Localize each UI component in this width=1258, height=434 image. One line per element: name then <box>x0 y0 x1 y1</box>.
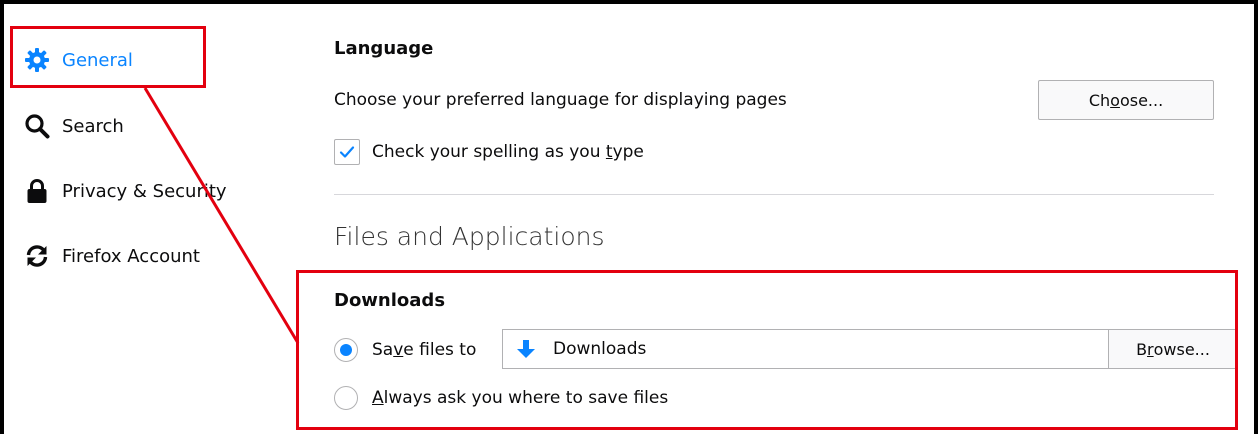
sidebar-item-label: Search <box>62 115 124 137</box>
browse-button[interactable]: Br owse... <box>1108 329 1238 369</box>
gear-icon <box>24 47 50 73</box>
lock-icon <box>24 178 50 204</box>
button-label-part: B <box>1136 339 1148 359</box>
save-files-radio[interactable] <box>334 338 358 362</box>
choose-language-button[interactable]: Ch o ose... <box>1038 80 1214 120</box>
button-label-part: owse... <box>1153 339 1210 359</box>
save-files-label: Save files to <box>372 340 476 360</box>
checkmark-icon <box>339 146 355 158</box>
accesskey-letter: A <box>372 388 384 408</box>
download-folder-path: Downloads <box>553 339 647 359</box>
search-icon <box>24 113 50 139</box>
accesskey-letter: t <box>605 142 613 162</box>
sidebar-item-search[interactable]: Search <box>24 106 124 146</box>
download-arrow-icon <box>515 338 537 360</box>
label-part: e files to <box>403 340 477 360</box>
always-ask-radio[interactable] <box>334 386 358 410</box>
sidebar-item-general[interactable]: General <box>24 40 133 80</box>
sidebar: General Search Privacy & Security Firefo… <box>4 4 300 434</box>
button-label-part: ose... <box>1119 90 1164 110</box>
sync-icon <box>24 243 50 269</box>
label-part: Sa <box>372 340 394 360</box>
accesskey-letter: v <box>393 340 404 360</box>
spellcheck-checkbox[interactable] <box>334 139 360 165</box>
label-part: ype <box>612 142 644 162</box>
sidebar-item-label: General <box>62 49 133 71</box>
spellcheck-label: Check your spelling as you type <box>372 142 644 162</box>
download-folder-field[interactable]: Downloads <box>502 329 1108 369</box>
button-label-part: Ch <box>1088 90 1111 110</box>
section-divider <box>334 194 1214 195</box>
language-heading: Language <box>334 38 434 59</box>
sidebar-item-privacy-security[interactable]: Privacy & Security <box>24 171 227 211</box>
spellcheck-option[interactable]: Check your spelling as you type <box>334 138 644 166</box>
radio-selected-dot <box>340 344 352 356</box>
sidebar-item-firefox-account[interactable]: Firefox Account <box>24 236 200 276</box>
always-ask-option[interactable]: Always ask you where to save files <box>334 383 668 413</box>
save-files-option[interactable]: Save files to <box>334 335 476 365</box>
downloads-heading: Downloads <box>334 290 446 311</box>
always-ask-label: Always ask you where to save files <box>372 388 668 408</box>
accesskey-letter: r <box>1147 339 1154 359</box>
language-description: Choose your preferred language for displ… <box>334 90 787 110</box>
label-part: lways ask you where to save files <box>383 388 669 408</box>
files-applications-heading: Files and Applications <box>334 222 605 251</box>
accesskey-letter: o <box>1110 90 1120 110</box>
sidebar-item-label: Privacy & Security <box>62 180 227 202</box>
label-part: Check your spelling as you <box>372 142 606 162</box>
sidebar-item-label: Firefox Account <box>62 245 200 267</box>
